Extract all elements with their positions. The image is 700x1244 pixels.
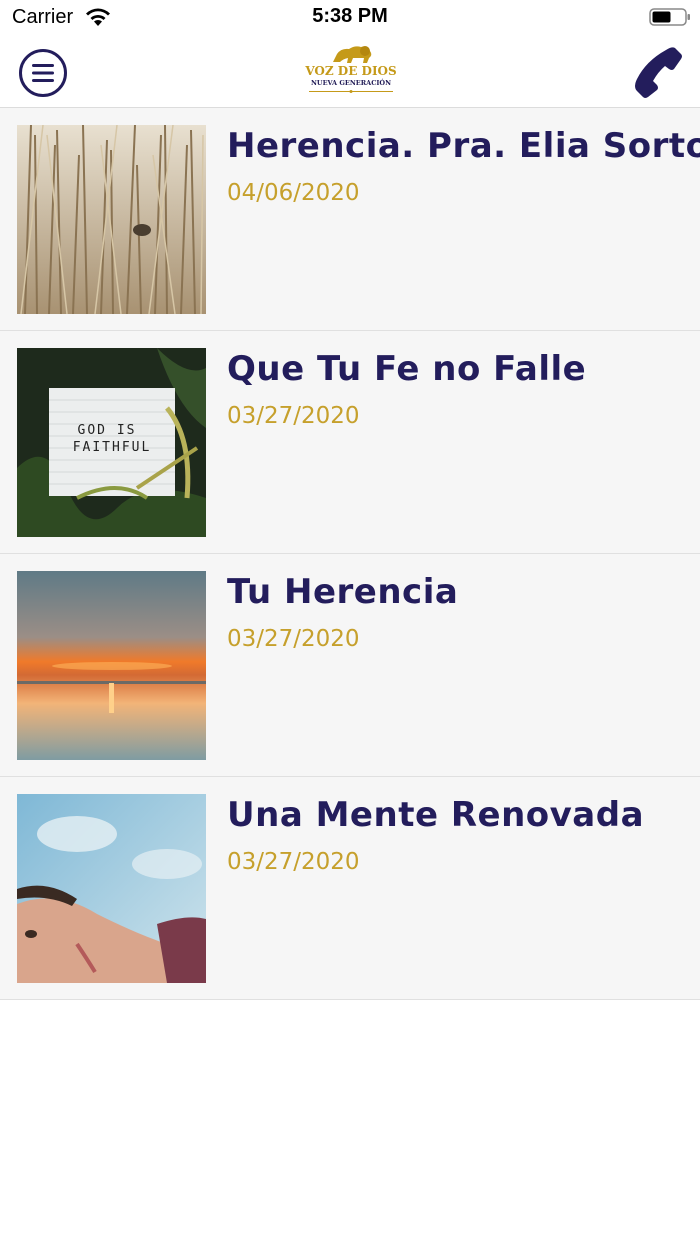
item-date: 03/27/2020 [227,849,360,875]
logo-ornament [309,90,393,93]
thumbnail-god-is-faithful: GOD IS FAITHFUL [17,348,206,537]
hamburger-menu-icon[interactable] [18,48,68,98]
item-date: 03/27/2020 [227,403,360,429]
item-date: 04/06/2020 [227,180,360,206]
app-header: VOZ DE DIOS NUEVA GENERACIÓN [0,36,700,108]
sermon-list: Herencia. Pra. Elia Sorto. 04/06/2020 GO… [0,108,700,1000]
lion-logo-icon [333,46,372,63]
status-bar: Carrier 5:38 PM [0,0,700,36]
thumbnail-reeds [17,125,206,314]
list-item[interactable]: GOD IS FAITHFUL Que Tu Fe no Falle 03/27… [0,331,700,554]
thumbnail-face-sky [17,794,206,983]
thumbnail-sunset [17,571,206,760]
image-text-line1: GOD IS [78,423,137,438]
image-text-line2: FAITHFUL [73,440,152,455]
logo-title: VOZ DE DIOS [305,64,397,78]
list-item[interactable]: Tu Herencia 03/27/2020 [0,554,700,777]
item-title: Que Tu Fe no Falle [227,349,587,389]
item-title: Tu Herencia [227,572,459,612]
battery-icon [649,8,690,26]
app-logo: VOZ DE DIOS NUEVA GENERACIÓN [303,42,399,98]
list-item[interactable]: Herencia. Pra. Elia Sorto. 04/06/2020 [0,108,700,331]
phone-icon[interactable] [628,44,684,100]
clock: 5:38 PM [312,5,388,27]
item-title: Herencia. Pra. Elia Sorto. [227,126,700,166]
logo-subtitle: NUEVA GENERACIÓN [310,79,392,87]
list-item[interactable]: Una Mente Renovada 03/27/2020 [0,777,700,1000]
item-title: Una Mente Renovada [227,795,645,835]
item-date: 03/27/2020 [227,626,360,652]
